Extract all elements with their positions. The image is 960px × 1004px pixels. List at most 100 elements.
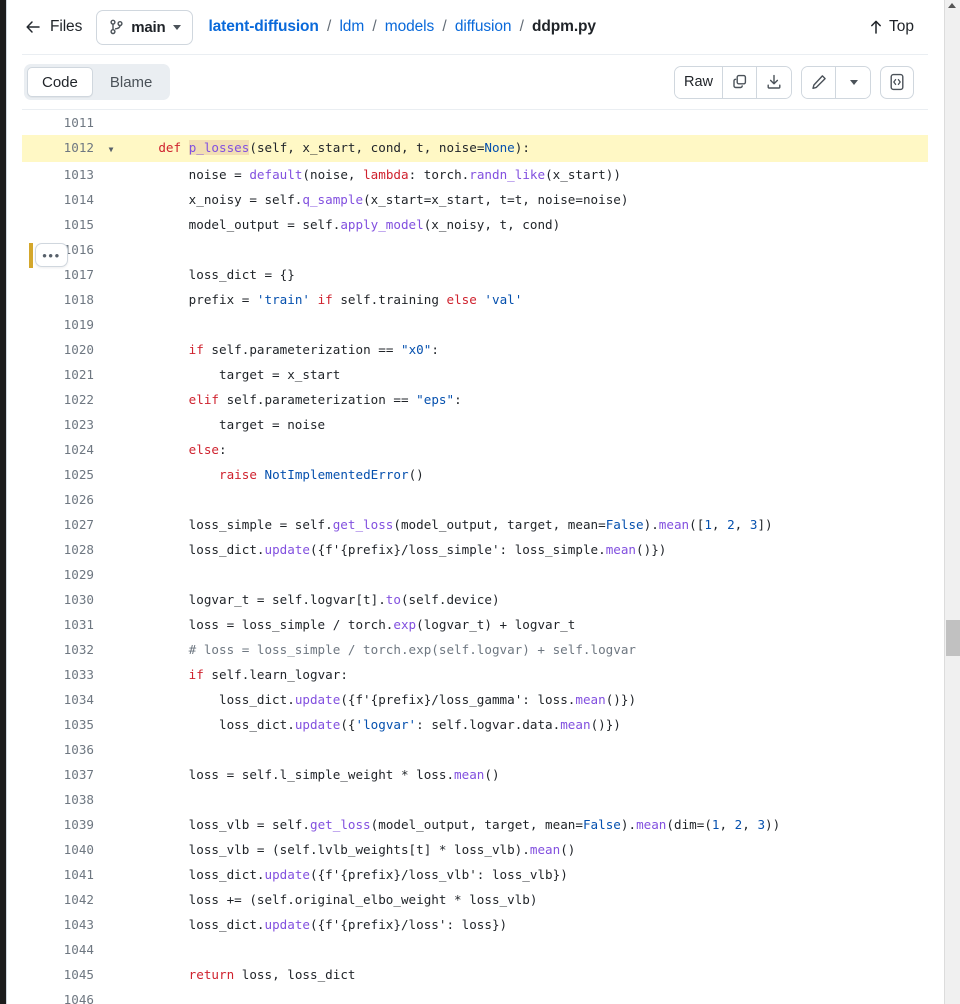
code-line: 1042 loss += (self.original_elbo_weight … [22, 887, 928, 912]
vertical-scrollbar[interactable] [944, 0, 960, 1004]
line-number[interactable]: 1013 [22, 162, 94, 187]
code-token: if [317, 292, 333, 307]
line-number[interactable]: 1026 [22, 487, 94, 512]
raw-button[interactable]: Raw [674, 66, 723, 98]
line-number[interactable]: 1012 [22, 135, 94, 162]
code-brackets-icon[interactable] [880, 65, 914, 99]
code-line: 1017 loss_dict = {} [22, 262, 928, 287]
line-number[interactable]: 1020 [22, 337, 94, 362]
line-number[interactable]: 1032 [22, 637, 94, 662]
fold-chevron-down-icon[interactable]: ▼ [94, 135, 128, 162]
line-number[interactable]: 1030 [22, 587, 94, 612]
code-token: mean [560, 717, 591, 732]
line-number[interactable]: 1027 [22, 512, 94, 537]
tab-code[interactable]: Code [27, 67, 93, 97]
code-token: def [158, 140, 182, 155]
edit-dropdown-chevron-down-icon[interactable] [836, 66, 870, 98]
tab-blame[interactable]: Blame [95, 67, 168, 97]
top-link[interactable]: Top [869, 18, 926, 36]
fold-spacer [94, 887, 128, 912]
code-token: update [264, 867, 310, 882]
fold-spacer [94, 662, 128, 687]
code-token: (self.device) [400, 592, 500, 607]
line-number[interactable]: 1019 [22, 312, 94, 337]
files-back-button[interactable]: Files [24, 18, 82, 36]
line-number[interactable]: 1035 [22, 712, 94, 737]
fold-spacer [94, 262, 128, 287]
breadcrumb-segment-models[interactable]: models [385, 18, 434, 35]
line-number[interactable]: 1014 [22, 187, 94, 212]
line-number[interactable]: 1045 [22, 962, 94, 987]
code-token: mean [454, 767, 485, 782]
code-token: mean [636, 817, 667, 832]
code-line: 1016 [22, 237, 928, 262]
line-number[interactable]: 1024 [22, 437, 94, 462]
line-number[interactable]: 1021 [22, 362, 94, 387]
line-number[interactable]: 1036 [22, 737, 94, 762]
code-text: loss_dict.update({f'{prefix}/loss_vlb': … [128, 862, 928, 887]
code-token: mean [575, 692, 606, 707]
line-number[interactable]: 1040 [22, 837, 94, 862]
code-token: : [431, 342, 439, 357]
code-token: get_loss [309, 817, 371, 832]
code-token: apply_model [340, 217, 424, 232]
code-content[interactable]: ••• 1011 1012 ▼ def p_losses(self, x_star… [22, 110, 928, 1004]
line-number[interactable]: 1028 [22, 537, 94, 562]
scrollbar-thumb[interactable] [946, 620, 960, 656]
pencil-icon[interactable] [802, 66, 836, 98]
line-number[interactable]: 1011 [22, 110, 94, 135]
fold-spacer [94, 812, 128, 837]
line-number[interactable]: 1031 [22, 612, 94, 637]
breadcrumb-segment-ldm[interactable]: ldm [339, 18, 364, 35]
code-toolbar: Code Blame Raw [22, 55, 928, 110]
line-number[interactable]: 1025 [22, 462, 94, 487]
code-token: None [484, 140, 515, 155]
code-token: (model_output, target, mean= [393, 517, 606, 532]
code-token: () [408, 467, 424, 482]
line-number[interactable]: 1038 [22, 787, 94, 812]
breadcrumb-repo[interactable]: latent-diffusion [208, 18, 318, 35]
code-token: 'train' [256, 292, 310, 307]
line-actions-kebab-button[interactable]: ••• [35, 243, 68, 267]
code-text [128, 787, 928, 812]
download-icon[interactable] [757, 66, 791, 98]
branch-selector[interactable]: main [96, 9, 194, 45]
code-line: 1014 x_noisy = self.q_sample(x_start=x_s… [22, 187, 928, 212]
line-number[interactable]: 1044 [22, 937, 94, 962]
code-line: 1029 [22, 562, 928, 587]
line-number[interactable]: 1018 [22, 287, 94, 312]
fold-spacer [94, 612, 128, 637]
line-number[interactable]: 1029 [22, 562, 94, 587]
code-token: randn_like [469, 167, 546, 182]
triangle-up-icon[interactable] [948, 3, 956, 8]
line-number[interactable]: 1041 [22, 862, 94, 887]
line-number[interactable]: 1043 [22, 912, 94, 937]
breadcrumb-segment-diffusion[interactable]: diffusion [455, 18, 512, 35]
code-token: loss = self.l_simple_weight * loss. [128, 767, 455, 782]
copy-icon[interactable] [723, 66, 757, 98]
line-number[interactable]: 1039 [22, 812, 94, 837]
code-token: "eps" [416, 392, 455, 407]
highlighted-symbol: p_losses [188, 140, 250, 155]
code-line: 1024 else: [22, 437, 928, 462]
code-token: (noise, [302, 167, 364, 182]
line-number[interactable]: 1022 [22, 387, 94, 412]
code-line: 1022 elif self.parameterization == "eps"… [22, 387, 928, 412]
code-token: model_output = self. [128, 217, 341, 232]
code-line: 1044 [22, 937, 928, 962]
code-text: loss_dict = {} [128, 262, 928, 287]
code-token: ). [620, 817, 637, 832]
line-number[interactable]: 1037 [22, 762, 94, 787]
line-number[interactable]: 1023 [22, 412, 94, 437]
line-number[interactable]: 1034 [22, 687, 94, 712]
code-text: loss_dict.update({f'{prefix}/loss_simple… [128, 537, 928, 562]
code-token: NotImplementedError [264, 467, 409, 482]
line-number[interactable]: 1015 [22, 212, 94, 237]
fold-spacer [94, 337, 128, 362]
line-number[interactable]: 1033 [22, 662, 94, 687]
line-number[interactable]: 1042 [22, 887, 94, 912]
line-number[interactable]: 1046 [22, 987, 94, 1004]
